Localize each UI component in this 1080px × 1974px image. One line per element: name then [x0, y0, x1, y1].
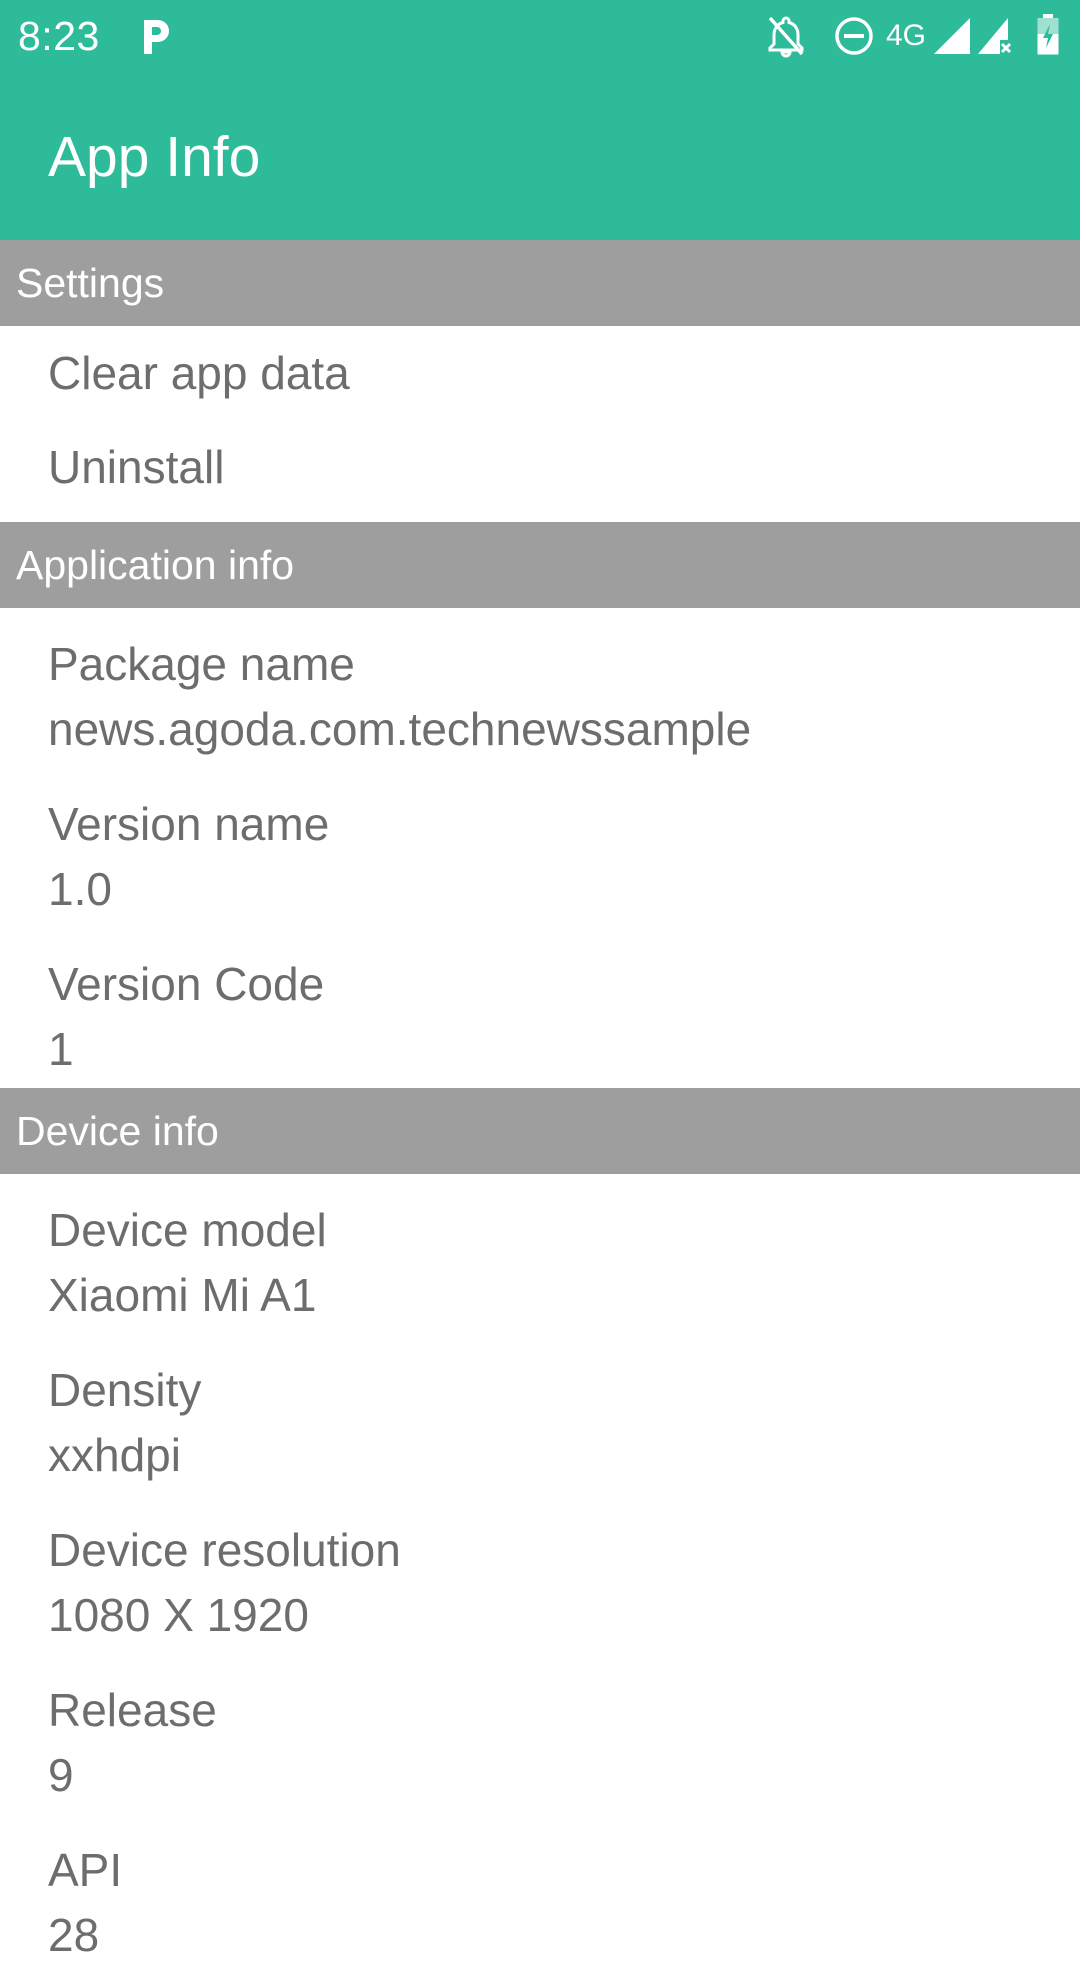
section-header-device-info: Device info [0, 1088, 1080, 1174]
signal-icon [934, 18, 970, 54]
uninstall-button[interactable]: Uninstall [0, 420, 1080, 514]
info-label: Package name [48, 638, 355, 690]
section-header-application-info: Application info [0, 522, 1080, 608]
info-label: Device resolution [48, 1524, 401, 1576]
network-type: 4G [886, 19, 927, 52]
list-item-version-code[interactable]: Version Code 1 [0, 928, 1080, 1088]
info-label: Version name [48, 798, 330, 850]
info-label: Version Code [48, 958, 325, 1010]
info-value: xxhdpi [48, 1429, 181, 1481]
list-item-version-name[interactable]: Version name 1.0 [0, 768, 1080, 928]
info-value: Xiaomi Mi A1 [48, 1269, 317, 1321]
section-header-settings: Settings [0, 240, 1080, 326]
list-item-device-resolution[interactable]: Device resolution 1080 X 1920 [0, 1494, 1080, 1654]
list-item-device-model[interactable]: Device model Xiaomi Mi A1 [0, 1174, 1080, 1334]
signal-no-data-icon [978, 18, 1012, 54]
application-info-group: Package name news.agoda.com.technewssamp… [0, 608, 1080, 1088]
list-item-density[interactable]: Density xxhdpi [0, 1334, 1080, 1494]
device-info-group: Device model Xiaomi Mi A1 Density xxhdpi… [0, 1174, 1080, 1974]
list-item-api[interactable]: API 28 [0, 1814, 1080, 1974]
dnd-icon [835, 17, 873, 55]
clear-app-data-button[interactable]: Clear app data [0, 326, 1080, 420]
p-app-icon [144, 20, 169, 54]
info-label: Device model [48, 1204, 327, 1256]
info-label: Density [48, 1364, 202, 1416]
info-label: API [48, 1844, 123, 1896]
battery-charging-icon [1037, 14, 1059, 55]
content-list: Settings Clear app data Uninstall Applic… [0, 240, 1080, 1974]
list-item-release[interactable]: Release 9 [0, 1654, 1080, 1814]
app-bar: App Info [0, 72, 1080, 240]
info-value: news.agoda.com.technewssample [48, 703, 752, 755]
status-bar: 8:23 4G [0, 0, 1080, 72]
info-value: 1.0 [48, 863, 112, 915]
info-label: Release [48, 1684, 217, 1736]
info-value: 28 [48, 1909, 100, 1961]
page-title: App Info [48, 125, 261, 189]
info-value: 1 [48, 1023, 74, 1075]
bell-off-icon [768, 16, 804, 58]
list-item-package-name[interactable]: Package name news.agoda.com.technewssamp… [0, 608, 1080, 768]
info-value: 1080 X 1920 [48, 1589, 309, 1641]
settings-group: Clear app data Uninstall [0, 326, 1080, 522]
info-value: 9 [48, 1749, 74, 1801]
status-time: 8:23 [18, 13, 100, 59]
